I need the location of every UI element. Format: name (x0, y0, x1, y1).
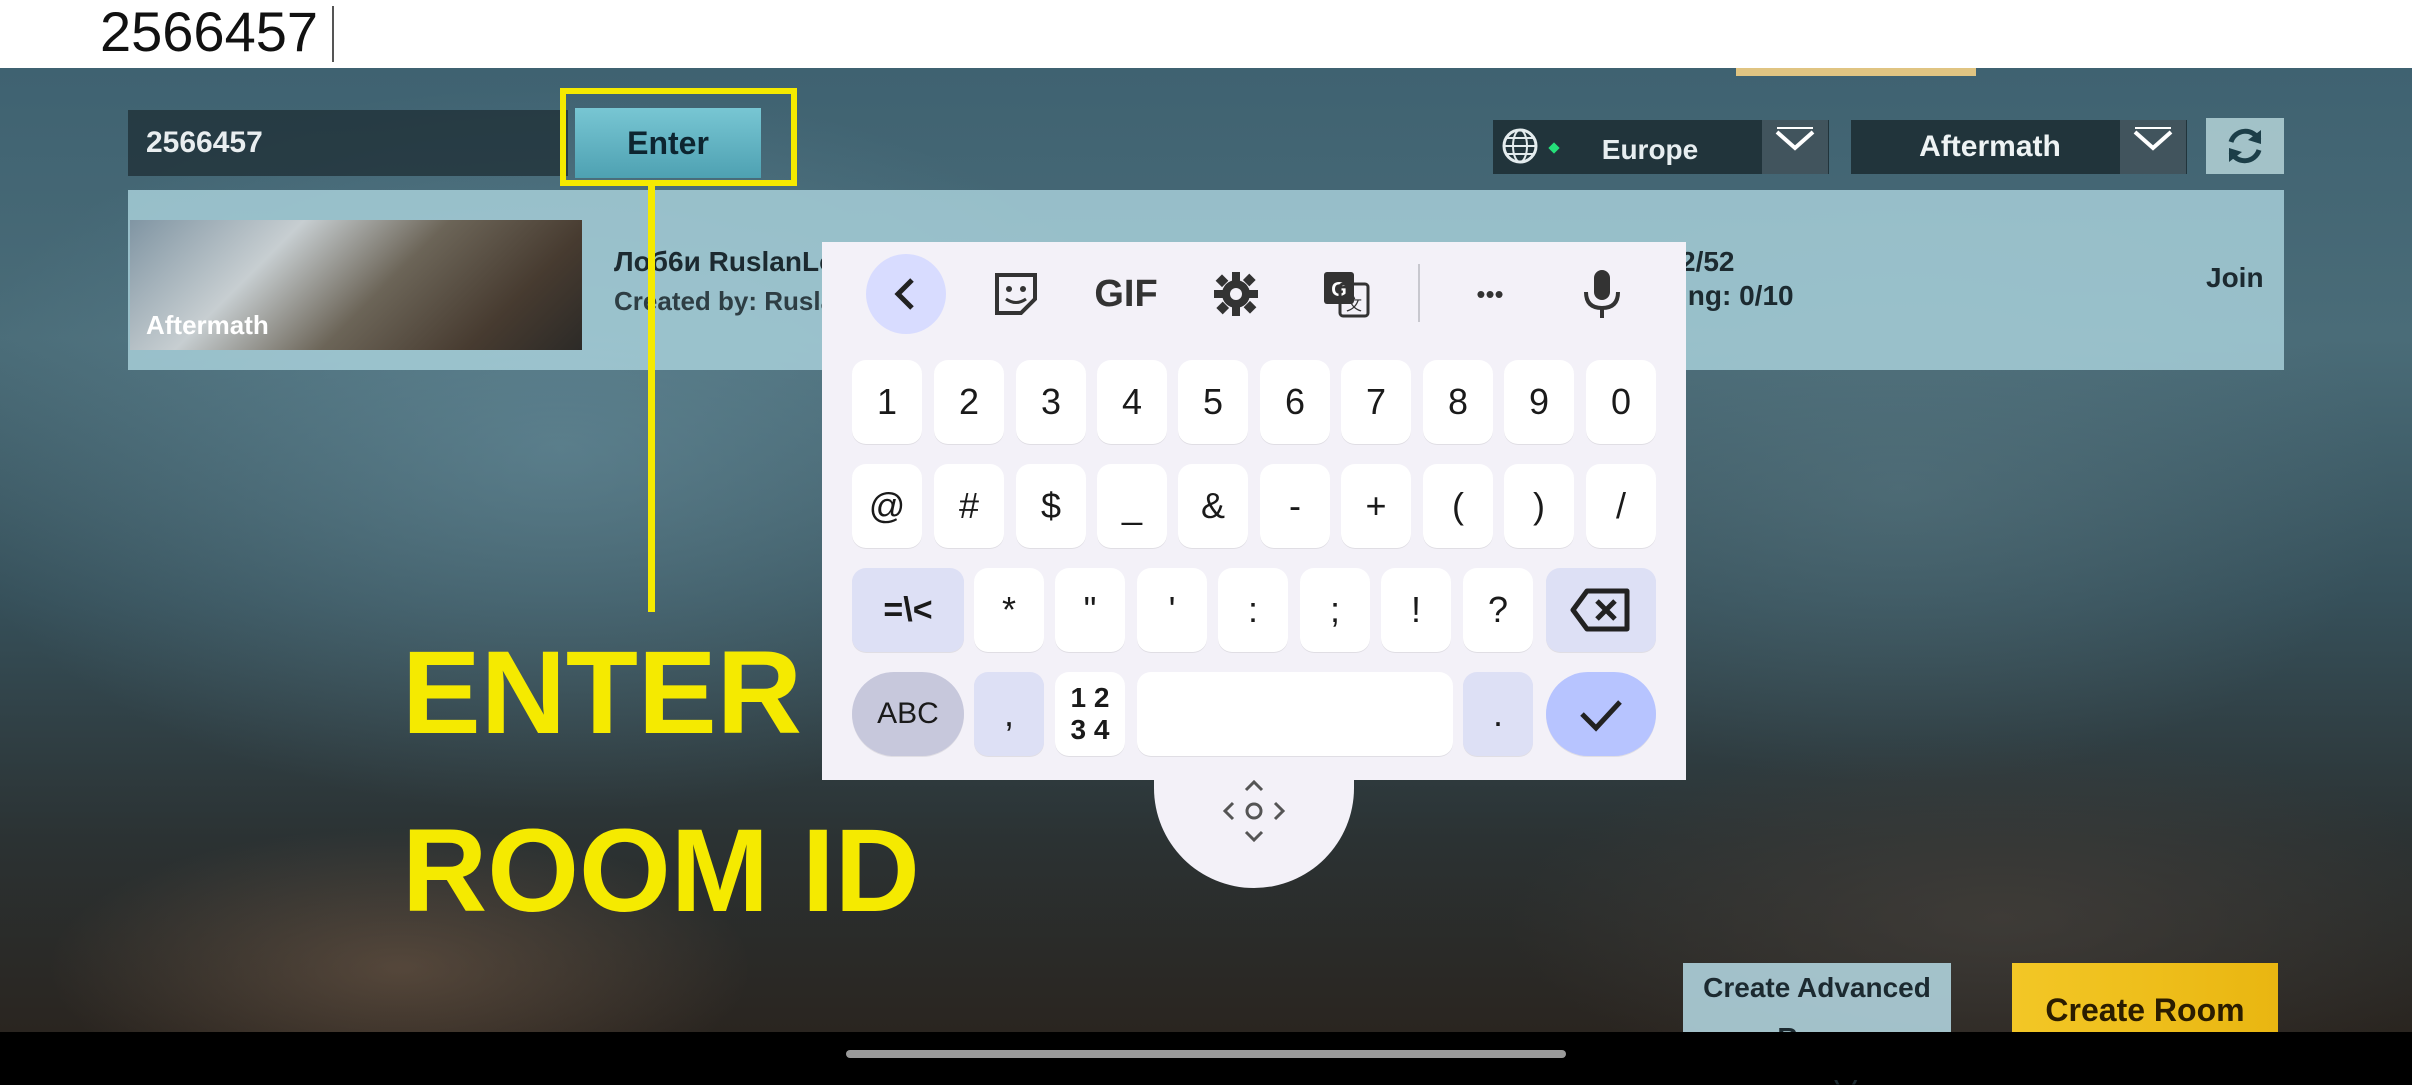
key-1[interactable]: 1 (852, 360, 922, 444)
key-question[interactable]: ? (1463, 568, 1533, 652)
key-abc[interactable]: ABC (852, 672, 964, 756)
overlay-title-line2: ROOM ID (402, 805, 920, 937)
tab-accent (1736, 68, 1976, 76)
numpad-top-digits: 1 2 (1070, 682, 1110, 713)
key-more-symbols[interactable]: =\< (852, 568, 964, 652)
key-asterisk[interactable]: * (974, 568, 1044, 652)
globe-icon (1500, 126, 1540, 166)
map-chevron-icon[interactable] (2120, 120, 2186, 174)
key-colon[interactable]: : (1218, 568, 1288, 652)
key-at[interactable]: @ (852, 464, 922, 548)
toolbar-divider (1418, 264, 1420, 322)
numpad-bottom-digits: 3 4 (1070, 714, 1110, 745)
key-period[interactable]: . (1463, 672, 1533, 756)
key-numpad[interactable]: 1 2 3 4 (1055, 672, 1125, 756)
key-7[interactable]: 7 (1341, 360, 1411, 444)
key-semicolon[interactable]: ; (1300, 568, 1370, 652)
map-label: Aftermath (1919, 130, 2061, 163)
back-arrow-icon[interactable] (866, 254, 946, 334)
key-5[interactable]: 5 (1178, 360, 1248, 444)
microphone-icon[interactable] (1566, 254, 1638, 334)
overlay-title-line1: ENTER (402, 627, 802, 759)
key-left-paren[interactable]: ( (1423, 464, 1493, 548)
key-4[interactable]: 4 (1097, 360, 1167, 444)
key-9[interactable]: 9 (1504, 360, 1574, 444)
create-room-button[interactable]: Create Room (2012, 963, 2278, 1033)
key-plus[interactable]: + (1341, 464, 1411, 548)
key-8[interactable]: 8 (1423, 360, 1493, 444)
key-space[interactable] (1137, 672, 1453, 756)
text-input-value: 2566457 (100, 0, 319, 63)
home-indicator[interactable] (846, 1050, 1566, 1058)
key-minus[interactable]: - (1260, 464, 1330, 548)
join-button[interactable]: Join (2206, 262, 2264, 294)
refresh-icon[interactable] (2206, 118, 2284, 174)
highlight-pointer-line (648, 180, 655, 612)
text-input-bar[interactable] (0, 0, 2412, 68)
waiting-count: ing: 0/10 (1680, 280, 1794, 311)
player-count: 2/52 (1680, 246, 1735, 277)
backspace-icon[interactable] (1546, 568, 1656, 652)
key-comma[interactable]: , (974, 672, 1044, 756)
region-label: Europe (1601, 134, 1699, 165)
key-0[interactable]: 0 (1586, 360, 1656, 444)
key-2[interactable]: 2 (934, 360, 1004, 444)
settings-icon[interactable] (1200, 254, 1272, 334)
key-3[interactable]: 3 (1016, 360, 1086, 444)
room-id-input[interactable]: 2566457 (128, 110, 568, 176)
key-double-quote[interactable]: " (1055, 568, 1125, 652)
highlight-box (560, 88, 797, 186)
key-dollar[interactable]: $ (1016, 464, 1086, 548)
checkmark-icon[interactable] (1546, 672, 1656, 756)
sticker-icon[interactable] (980, 254, 1052, 334)
svg-text:文: 文 (1346, 296, 1362, 314)
thumbnail-label: Aftermath (146, 310, 269, 340)
more-options-icon[interactable]: ••• (1454, 254, 1526, 334)
key-ampersand[interactable]: & (1178, 464, 1248, 548)
move-icon[interactable] (1214, 776, 1294, 856)
text-caret (332, 6, 334, 62)
gif-button[interactable]: GIF (1090, 254, 1162, 334)
key-single-quote[interactable]: ' (1137, 568, 1207, 652)
key-6[interactable]: 6 (1260, 360, 1330, 444)
key-underscore[interactable]: _ (1097, 464, 1167, 548)
key-right-paren[interactable]: ) (1504, 464, 1574, 548)
create-advanced-room-button[interactable]: Create Advanced Room 1time(s) (1683, 963, 1951, 1084)
region-chevron-icon[interactable] (1762, 120, 1828, 174)
key-hash[interactable]: # (934, 464, 1004, 548)
translate-icon[interactable]: G文 (1310, 254, 1382, 334)
key-slash[interactable]: / (1586, 464, 1656, 548)
key-exclamation[interactable]: ! (1381, 568, 1451, 652)
